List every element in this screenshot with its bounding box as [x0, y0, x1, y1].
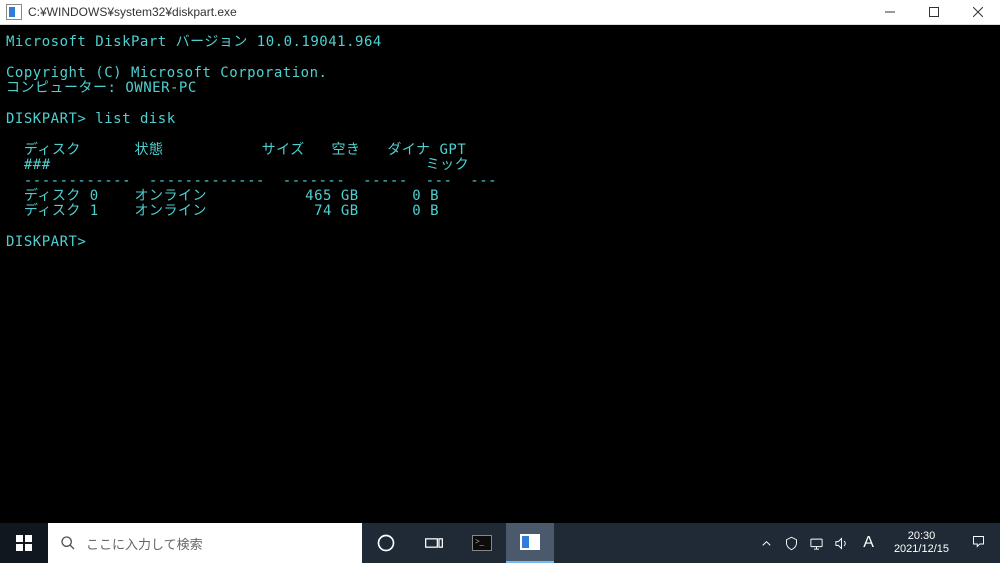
- table-row: ディスク 1 オンライン 74 GB 0 B: [6, 203, 439, 219]
- table-row: ディスク 0 オンライン 465 GB 0 B: [6, 188, 439, 204]
- search-placeholder: ここに入力して検索: [86, 534, 203, 553]
- table-header-2: ### ミック: [6, 157, 469, 173]
- chevron-up-icon[interactable]: [759, 536, 774, 551]
- security-icon[interactable]: [784, 536, 799, 551]
- clock[interactable]: 20:30 2021/12/15: [888, 530, 955, 556]
- cortana-button[interactable]: [362, 523, 410, 563]
- terminal-output[interactable]: Microsoft DiskPart バージョン 10.0.19041.964 …: [0, 25, 1000, 523]
- taskbar-app-diskpart[interactable]: [506, 523, 554, 563]
- network-icon[interactable]: [809, 536, 824, 551]
- system-tray: A 20:30 2021/12/15: [751, 523, 1000, 563]
- copyright-line: Copyright (C) Microsoft Corporation.: [6, 65, 327, 81]
- prompt: DISKPART>: [6, 234, 86, 250]
- clock-time: 20:30: [894, 530, 949, 543]
- clock-date: 2021/12/15: [894, 543, 949, 556]
- window-title: C:¥WINDOWS¥system32¥diskpart.exe: [28, 5, 237, 19]
- search-icon: [60, 535, 76, 551]
- table-divider: ------------ ------------- ------- -----…: [6, 173, 497, 189]
- maximize-button[interactable]: [912, 0, 956, 25]
- diskpart-icon: [520, 534, 540, 550]
- volume-icon[interactable]: [834, 536, 849, 551]
- table-header-1: ディスク 状態 サイズ 空き ダイナ GPT: [6, 142, 466, 158]
- taskbar-app-cmd[interactable]: [458, 523, 506, 563]
- version-line: Microsoft DiskPart バージョン 10.0.19041.964: [6, 34, 382, 50]
- search-input[interactable]: ここに入力して検索: [48, 523, 362, 563]
- ime-indicator[interactable]: A: [859, 534, 878, 552]
- prompt: DISKPART>: [6, 111, 86, 127]
- cmd-icon: [472, 535, 492, 551]
- computer-line: コンピューター: OWNER-PC: [6, 80, 197, 96]
- minimize-button[interactable]: [868, 0, 912, 25]
- notification-button[interactable]: [965, 534, 992, 552]
- start-button[interactable]: [0, 523, 48, 563]
- taskbar: ここに入力して検索 A 20:30 2021/12/15: [0, 523, 1000, 563]
- window-titlebar: C:¥WINDOWS¥system32¥diskpart.exe: [0, 0, 1000, 25]
- command: list disk: [95, 111, 175, 127]
- app-icon: [6, 4, 22, 20]
- close-button[interactable]: [956, 0, 1000, 25]
- task-view-button[interactable]: [410, 523, 458, 563]
